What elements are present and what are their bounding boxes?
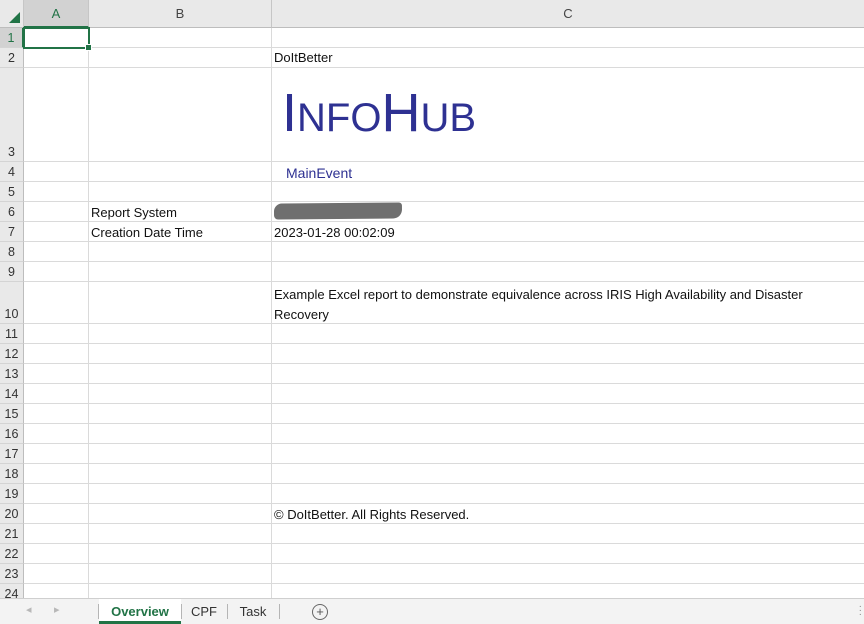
cell-b7[interactable]: Creation Date Time [91,225,203,240]
gridline [24,383,864,384]
row-header[interactable]: 13 [0,364,24,384]
row-header[interactable]: 10 [0,282,24,324]
cell-b6[interactable]: Report System [91,205,177,220]
gridline [24,161,864,162]
cell-c10[interactable]: Example Excel report to demonstrate equi… [274,285,854,325]
sheet-tab-bar: ◂ ▸ Overview CPF Task + · · · [0,598,864,624]
row-header[interactable]: 21 [0,524,24,544]
logo-text: I [282,83,298,143]
add-sheet-icon[interactable]: + [312,604,328,620]
gridline [24,583,864,584]
gridline [24,47,864,48]
infohub-logo: INFOHUB [282,82,476,144]
gridline [24,323,864,324]
row-header[interactable]: 4 [0,162,24,182]
cell-c20[interactable]: © DoItBetter. All Rights Reserved. [274,507,469,522]
row-header[interactable]: 9 [0,262,24,282]
row-header[interactable]: 20 [0,504,24,524]
scroll-tabs-right-icon[interactable]: ▸ [54,603,60,616]
cell-c2[interactable]: DoItBetter [274,50,333,65]
row-header[interactable]: 8 [0,242,24,262]
gridline [24,261,864,262]
row-header[interactable]: 12 [0,344,24,364]
scroll-tabs-left-icon[interactable]: ◂ [26,603,32,616]
row-header[interactable]: 3 [0,68,24,162]
row-header[interactable]: 22 [0,544,24,564]
split-handle-icon[interactable]: · · · [859,602,862,620]
row-header[interactable]: 16 [0,424,24,444]
logo-text: NFO [297,96,382,140]
gridline [24,403,864,404]
column-header-b[interactable]: B [89,0,272,28]
row-header[interactable]: 11 [0,324,24,344]
column-header-c[interactable]: C [272,0,864,28]
spreadsheet-grid[interactable]: A B C 1 2 3 4 5 6 7 8 9 10 11 12 13 14 15 16 17 18 19 20 21 2… [0,0,864,598]
tab-task[interactable]: Task [228,599,278,624]
logo-text: H [381,83,421,143]
select-all-corner[interactable] [0,0,24,28]
gridline [24,523,864,524]
column-header-a[interactable]: A [24,0,89,28]
gridline [24,181,864,182]
redacted-value [273,202,403,220]
gridline [24,67,864,68]
gridline [24,563,864,564]
row-header[interactable]: 1 [0,28,24,48]
row-header[interactable]: 15 [0,404,24,424]
tab-overview[interactable]: Overview [99,599,181,624]
select-all-triangle-icon [9,12,20,23]
gridline [24,423,864,424]
row-header[interactable]: 19 [0,484,24,504]
gridline [24,241,864,242]
active-cell-a1[interactable] [23,27,92,51]
gridline [24,281,864,282]
tab-cpf[interactable]: CPF [182,599,226,624]
gridline [24,463,864,464]
gridline [24,443,864,444]
cell-c7[interactable]: 2023-01-28 00:02:09 [274,225,395,240]
row-header[interactable]: 24 [0,584,24,598]
gridline [24,503,864,504]
row-header[interactable]: 5 [0,182,24,202]
cell-c4[interactable]: MainEvent [286,165,352,181]
row-header[interactable]: 7 [0,222,24,242]
gridline [88,28,89,598]
gridline [24,201,864,202]
gridline [24,543,864,544]
gridline [24,221,864,222]
row-header[interactable]: 18 [0,464,24,484]
row-header[interactable]: 2 [0,48,24,68]
gridline [24,343,864,344]
gridline [24,483,864,484]
gridline [24,363,864,364]
row-header[interactable]: 17 [0,444,24,464]
row-header[interactable]: 6 [0,202,24,222]
row-header[interactable]: 14 [0,384,24,404]
gridline [271,28,272,598]
fill-handle[interactable] [85,44,92,51]
row-header[interactable]: 23 [0,564,24,584]
logo-text: UB [420,96,477,140]
tab-separator [279,604,280,619]
